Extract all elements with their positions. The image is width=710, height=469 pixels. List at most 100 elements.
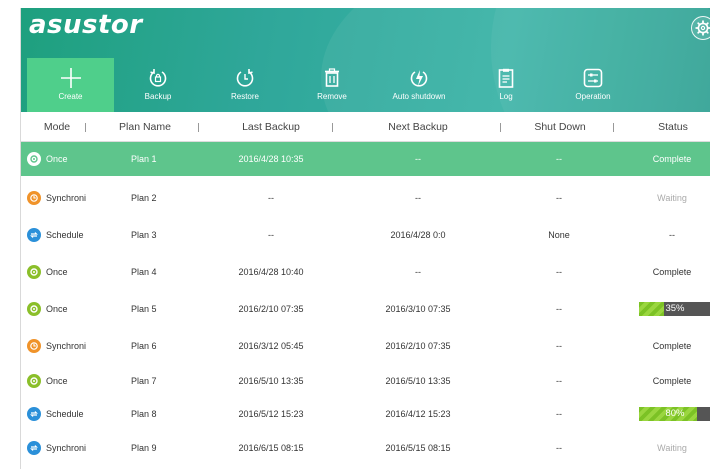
progress-text: 35% — [665, 303, 685, 314]
table-row[interactable]: Once Plan 4 2016/4/28 10:40 -- -- Complete — [21, 255, 710, 289]
column-header-shut-down[interactable]: Shut Down — [529, 112, 591, 142]
table-row[interactable]: Synchroni Plan 2 -- -- -- Waiting — [21, 181, 710, 215]
plan-name-cell: Plan 5 — [131, 304, 157, 314]
column-header-status[interactable]: Status — [643, 112, 703, 142]
operation-icon — [549, 66, 637, 90]
schedule-icon — [27, 407, 41, 421]
status-cell: 80% — [633, 397, 710, 431]
status-cell: Complete — [652, 341, 692, 351]
mode-label: Once — [46, 304, 68, 314]
next-backup-cell: 2016/4/12 15:23 — [385, 409, 451, 419]
status-cell: Complete — [652, 376, 692, 386]
column-divider[interactable] — [332, 123, 333, 132]
operation-button[interactable]: Operation — [549, 58, 637, 112]
remove-label: Remove — [317, 92, 347, 101]
restore-button[interactable]: Restore — [201, 58, 289, 112]
next-backup-cell: 2016/3/10 07:35 — [385, 304, 451, 314]
plan-name-cell: Plan 7 — [131, 376, 157, 386]
backup-button[interactable]: Backup — [114, 58, 202, 112]
log-icon — [462, 66, 550, 90]
mode-label: Synchroni — [46, 193, 87, 203]
next-backup-cell: -- — [415, 154, 421, 164]
shutdown-cell: -- — [556, 443, 562, 453]
schedule-icon — [27, 441, 41, 455]
schedule-icon — [27, 228, 41, 242]
column-header-plan-name[interactable]: Plan Name — [115, 112, 175, 142]
synchronize-icon — [27, 339, 41, 353]
mode-cell: Once — [27, 142, 117, 176]
table-row[interactable]: Synchroni Plan 9 2016/6/15 08:15 2016/5/15 … — [21, 431, 710, 465]
mode-label: Schedule — [46, 230, 84, 240]
plan-name-cell: Plan 2 — [131, 193, 157, 203]
mode-label: Synchroni — [46, 341, 87, 351]
create-button[interactable]: Create — [27, 58, 114, 112]
toolbar: Create Backup Restore Remove Auto shutdo… — [27, 58, 710, 112]
progress-bar: 35% — [639, 302, 710, 316]
next-backup-cell: -- — [415, 267, 421, 277]
last-backup-cell: 2016/5/12 15:23 — [238, 409, 304, 419]
next-backup-cell: 2016/2/10 07:35 — [385, 341, 451, 351]
mode-cell: Schedule — [27, 397, 117, 431]
asustor-logo: asustor — [29, 10, 143, 40]
plan-name-cell: Plan 6 — [131, 341, 157, 351]
table-row[interactable]: Once Plan 1 2016/4/28 10:35 -- -- Complete — [21, 142, 710, 176]
status-cell: -- — [669, 230, 675, 240]
gear-icon[interactable] — [691, 16, 710, 40]
trash-icon — [288, 66, 376, 90]
once-icon — [27, 374, 41, 388]
table-row[interactable]: Once Plan 5 2016/2/10 07:35 2016/3/10 07:35… — [21, 292, 710, 326]
log-label: Log — [499, 92, 513, 101]
table-row[interactable]: Once Plan 7 2016/5/10 13:35 2016/5/10 13:35… — [21, 364, 710, 398]
status-cell: Complete — [652, 267, 692, 277]
status-cell: Waiting — [657, 193, 687, 203]
last-backup-cell: 2016/4/28 10:35 — [238, 154, 304, 164]
column-divider[interactable] — [500, 123, 501, 132]
mode-cell: Synchroni — [27, 431, 117, 465]
restore-label: Restore — [230, 92, 259, 101]
next-backup-cell: 2016/5/10 13:35 — [385, 376, 451, 386]
log-button[interactable]: Log — [462, 58, 550, 112]
backup-icon — [114, 66, 202, 90]
column-divider[interactable] — [198, 123, 199, 132]
plan-name-cell: Plan 3 — [131, 230, 157, 240]
progress-bar: 80% — [639, 407, 710, 421]
next-backup-cell: 2016/4/28 0:0 — [390, 230, 446, 240]
plan-name-cell: Plan 4 — [131, 267, 157, 277]
mode-cell: Once — [27, 364, 117, 398]
status-cell: Complete — [652, 154, 692, 164]
backup-plan-window: asustor Create Backup Restore Remove Aut… — [20, 8, 710, 469]
plus-icon — [27, 66, 114, 90]
shutdown-cell: -- — [556, 193, 562, 203]
create-label: Create — [58, 92, 83, 101]
once-icon — [27, 152, 41, 166]
mode-label: Once — [46, 376, 68, 386]
header-bar: asustor Create Backup Restore Remove Aut… — [21, 8, 710, 112]
plan-name-cell: Plan 9 — [131, 443, 157, 453]
auto-shutdown-button[interactable]: Auto shutdown — [375, 58, 463, 112]
column-divider[interactable] — [613, 123, 614, 132]
once-icon — [27, 265, 41, 279]
shutdown-cell: None — [548, 230, 570, 240]
auto-shutdown-label: Auto shutdown — [392, 92, 446, 101]
table-row[interactable]: Schedule Plan 3 -- 2016/4/28 0:0 None -- — [21, 218, 710, 252]
remove-button[interactable]: Remove — [288, 58, 376, 112]
shutdown-cell: -- — [556, 341, 562, 351]
shutdown-cell: -- — [556, 409, 562, 419]
mode-label: Synchroni — [46, 443, 87, 453]
shutdown-cell: -- — [556, 154, 562, 164]
plan-name-cell: Plan 1 — [131, 154, 157, 164]
column-header-next-backup[interactable]: Next Backup — [373, 112, 463, 142]
synchronize-icon — [27, 191, 41, 205]
column-header-last-backup[interactable]: Last Backup — [226, 112, 316, 142]
operation-label: Operation — [575, 92, 611, 101]
last-backup-cell: 2016/4/28 10:40 — [238, 267, 304, 277]
table-row[interactable]: Synchroni Plan 6 2016/3/12 05:45 2016/2/10 … — [21, 329, 710, 363]
mode-cell: Schedule — [27, 218, 117, 252]
mode-cell: Synchroni — [27, 181, 117, 215]
column-divider[interactable] — [85, 123, 86, 132]
last-backup-cell: 2016/2/10 07:35 — [238, 304, 304, 314]
mode-cell: Synchroni — [27, 329, 117, 363]
column-header-mode[interactable]: Mode — [27, 112, 87, 142]
table-row[interactable]: Schedule Plan 8 2016/5/12 15:23 2016/4/12 1… — [21, 397, 710, 431]
progress-text: 80% — [665, 408, 685, 419]
